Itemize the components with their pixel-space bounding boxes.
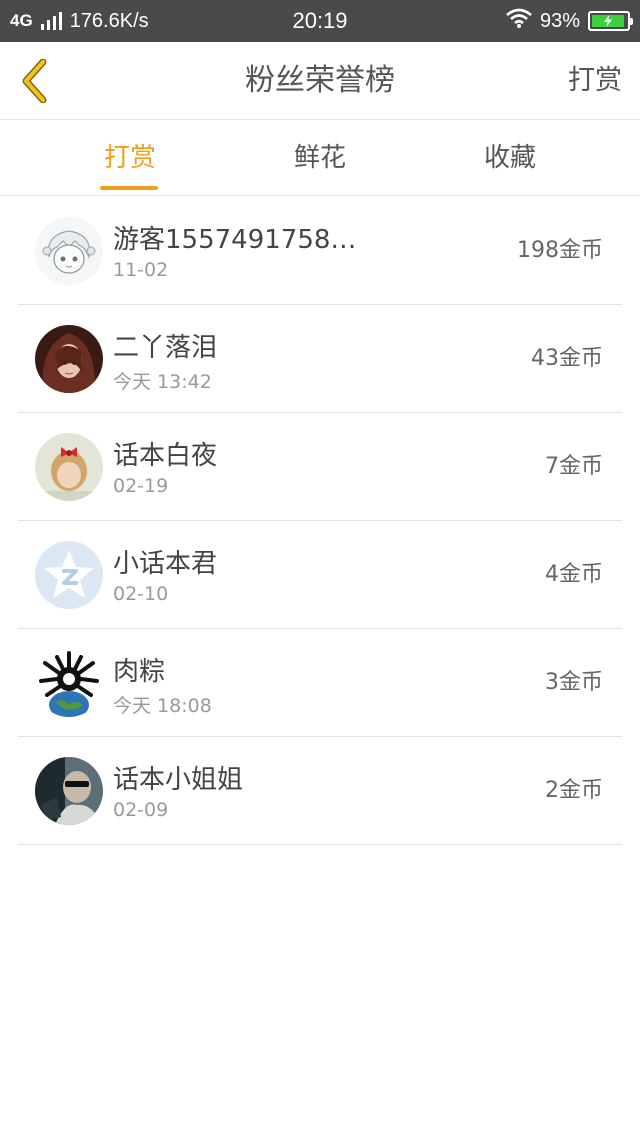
child-with-bow-avatar: [35, 433, 103, 501]
coin-amount: 4金币: [545, 562, 603, 587]
tab-flowers[interactable]: 鲜花: [260, 121, 380, 196]
status-right: 93%: [506, 8, 633, 34]
user-name: 小话本君: [113, 549, 218, 579]
list-item[interactable]: 话本小姐姐 02-09 2金币: [18, 737, 622, 845]
network-type: 4G: [10, 11, 33, 30]
charging-bolt-icon: [603, 15, 612, 27]
user-name: 游客1557491758…: [113, 225, 357, 255]
tab-label: 鲜花: [293, 143, 346, 173]
list-item[interactable]: 二丫落泪 今天 13:42 43金币: [18, 305, 622, 413]
status-bar: 4G 176.6K/s 20:19 93%: [0, 0, 640, 42]
person-sunglasses-avatar: [35, 757, 103, 825]
app-header: 粉丝荣誉榜 打赏: [0, 42, 640, 120]
coin-amount: 7金币: [545, 454, 603, 479]
chevron-left-icon: [22, 59, 47, 103]
coin-amount: 3金币: [545, 670, 603, 695]
page-title: 粉丝荣誉榜: [245, 63, 395, 98]
signal-icon: [40, 12, 62, 30]
battery-percent: 93%: [539, 9, 580, 32]
coin-amount: 198金币: [517, 238, 603, 263]
battery-fill: [592, 15, 624, 27]
reward-date: 02-19: [113, 475, 169, 497]
user-name: 肉粽: [113, 657, 166, 687]
user-name: 话本小姐姐: [113, 765, 244, 795]
user-name: 二丫落泪: [113, 333, 218, 363]
fan-ranking-list: 游客1557491758… 11-02 198金币 二丫落泪 今天 13:42 …: [18, 197, 622, 845]
anime-girl-sketch-avatar: [35, 217, 103, 285]
tab-bar: 打赏 鲜花 收藏: [0, 121, 640, 196]
list-item[interactable]: 小话本君 02-10 4金币: [18, 521, 622, 629]
tab-active-indicator: [100, 186, 158, 190]
back-button[interactable]: [14, 58, 54, 104]
reward-date: 今天 13:42: [113, 371, 212, 393]
creature-on-globe-avatar: [35, 649, 103, 717]
coin-amount: 43金币: [531, 346, 603, 371]
tab-label: 收藏: [483, 143, 536, 173]
tab-reward[interactable]: 打赏: [70, 121, 190, 196]
status-left: 4G 176.6K/s: [10, 10, 149, 33]
tab-label: 打赏: [103, 143, 156, 173]
list-item[interactable]: 游客1557491758… 11-02 198金币: [18, 197, 622, 305]
list-item[interactable]: 话本白夜 02-19 7金币: [18, 413, 622, 521]
reward-date: 11-02: [113, 259, 169, 281]
wifi-icon: [506, 8, 532, 34]
star-logo-avatar: [35, 541, 103, 609]
tab-favorites[interactable]: 收藏: [450, 121, 570, 196]
reward-date: 02-10: [113, 583, 169, 605]
list-item[interactable]: 肉粽 今天 18:08 3金币: [18, 629, 622, 737]
anime-portrait-avatar: [35, 325, 103, 393]
coin-amount: 2金币: [545, 778, 603, 803]
reward-button[interactable]: 打赏: [568, 42, 622, 120]
network-speed: 176.6K/s: [69, 9, 149, 32]
user-name: 话本白夜: [113, 441, 218, 471]
battery-icon: [588, 11, 633, 31]
reward-date: 今天 18:08: [113, 695, 212, 717]
reward-date: 02-09: [113, 799, 169, 821]
